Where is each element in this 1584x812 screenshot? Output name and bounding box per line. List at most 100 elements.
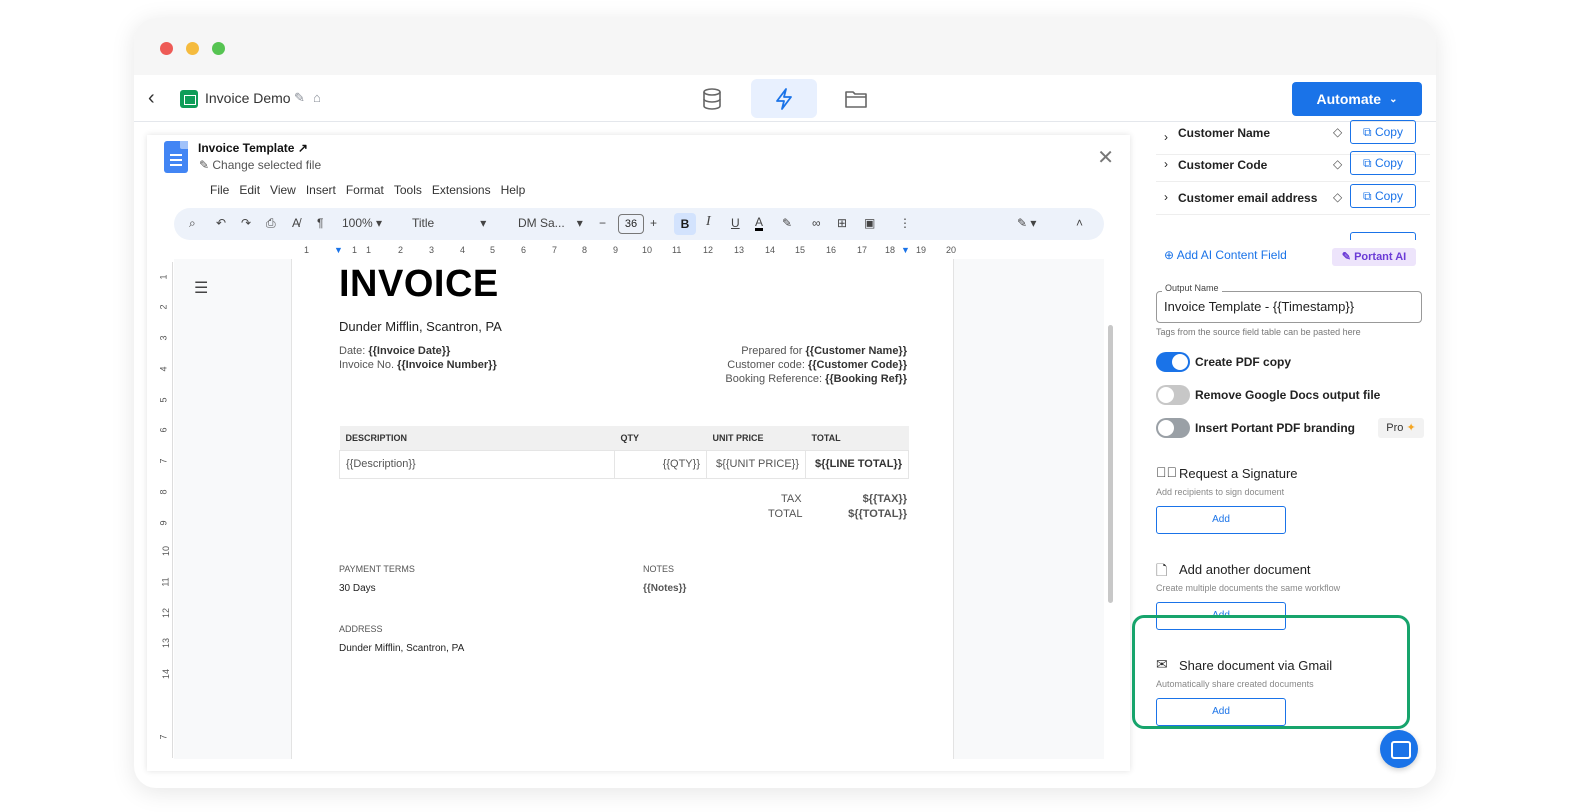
ruler-tick: 12 (703, 245, 714, 255)
copy-button[interactable]: ⧉ Copy (1350, 120, 1416, 144)
add-ai-label: Add AI Content Field (1176, 248, 1287, 262)
database-tab[interactable] (679, 79, 745, 118)
database-icon (703, 87, 721, 110)
folder-tab[interactable] (823, 79, 889, 118)
menu-help[interactable]: Help (501, 183, 526, 197)
menu-file[interactable]: File (210, 183, 229, 197)
document-preview: Invoice Template ↗ ✎ Change selected fil… (147, 135, 1130, 771)
automation-tab[interactable] (751, 79, 817, 118)
ruler-tick: 1 (158, 274, 169, 280)
output-name-input[interactable]: Invoice Template - {{Timestamp}} (1156, 291, 1422, 323)
more-vert-icon[interactable]: ⋮ (899, 216, 911, 230)
ruler-indent-marker[interactable]: ▼ (334, 245, 343, 255)
share-users-icon[interactable]: ⌂ (313, 90, 321, 105)
link-icon[interactable]: ∞ (812, 216, 821, 230)
print-icon[interactable]: ⎙ (266, 216, 276, 231)
document-outline-icon[interactable]: ☰ (194, 278, 208, 298)
collapse-toolbar-icon[interactable]: ˄ (1076, 216, 1083, 230)
text-color-button[interactable]: A (755, 216, 764, 231)
create-pdf-label: Create PDF copy (1195, 355, 1292, 369)
close-icon[interactable]: ✕ (1097, 145, 1114, 170)
document-page[interactable]: INVOICE Dunder Mifflin, Scantron, PA Dat… (291, 259, 954, 759)
spreadsheet-icon (180, 90, 198, 108)
ruler-tick: 1 (304, 245, 310, 255)
folder-icon (845, 90, 867, 108)
request-signature-desc: Add recipients to sign document (1156, 487, 1285, 497)
remove-gdocs-label: Remove Google Docs output file (1195, 388, 1381, 402)
invoice-number-line: Invoice No. {{Invoice Number}} (339, 359, 497, 371)
undo-icon[interactable]: ↶ (216, 216, 226, 230)
company-name: Dunder Mifflin, Scantron, PA (339, 319, 502, 334)
back-arrow-icon[interactable]: ‹ (148, 87, 155, 110)
remove-gdocs-toggle[interactable] (1156, 385, 1190, 405)
ruler-right-indent-marker[interactable]: ▼ (901, 245, 910, 255)
invoice-date-line: Date: {{Invoice Date}} (339, 345, 450, 357)
external-link-icon[interactable]: ↗ (298, 141, 308, 155)
increase-font-icon[interactable]: + (650, 216, 657, 230)
document-scrollbar[interactable] (1108, 325, 1113, 603)
create-pdf-toggle[interactable] (1156, 352, 1190, 372)
maximize-window-dot[interactable] (212, 42, 225, 55)
close-window-dot[interactable] (160, 42, 173, 55)
signature-add-button[interactable]: Add (1156, 506, 1286, 534)
signature-check-icon: ✓⃝ (1156, 464, 1177, 480)
ruler-tick: 12 (161, 607, 172, 619)
menu-extensions[interactable]: Extensions (432, 183, 491, 197)
sparkle-icon: ✦ (1406, 422, 1416, 434)
menu-tools[interactable]: Tools (394, 183, 422, 197)
table-cell: {{QTY}} (614, 449, 707, 479)
search-icon[interactable]: ⌕ (189, 216, 196, 231)
ruler-tick: 13 (161, 637, 172, 649)
template-name[interactable]: Invoice Template ↗ (198, 141, 308, 155)
notes-label: NOTES (643, 564, 675, 574)
editing-mode-icon[interactable]: ✎ ▾ (1017, 216, 1036, 230)
bold-button[interactable]: B (674, 213, 696, 235)
portant-ai-badge[interactable]: ✎ Portant AI (1332, 248, 1416, 266)
menu-edit[interactable]: Edit (239, 183, 260, 197)
image-icon[interactable]: ▣ (864, 216, 875, 230)
chevron-right-icon[interactable]: › (1164, 130, 1168, 144)
minimize-window-dot[interactable] (186, 42, 199, 55)
comment-add-icon[interactable]: ⊞ (837, 216, 847, 230)
menu-insert[interactable]: Insert (306, 183, 336, 197)
field-row-customer-email[interactable]: › Customer email address ◇ ⧉ Copy (1156, 182, 1430, 215)
ruler-tick: 19 (916, 245, 927, 255)
add-ai-content-field-link[interactable]: ⊕ Add AI Content Field (1164, 248, 1287, 262)
document-icon: 🗋 (1156, 562, 1168, 578)
invoice-no-value: {{Invoice Number}} (397, 359, 497, 371)
style-select[interactable]: Title ▾ (412, 216, 486, 230)
paint-format-icon[interactable]: ¶ (317, 216, 323, 230)
change-file-link[interactable]: ✎ Change selected file (199, 158, 321, 172)
notes-value: {{Notes}} (643, 583, 687, 594)
booking-ref-line: Booking Reference: {{Booking Ref}} (725, 373, 907, 385)
ruler-tick: 11 (672, 245, 682, 255)
italic-button[interactable]: I (706, 214, 711, 230)
decrease-font-icon[interactable]: − (599, 216, 606, 230)
edit-pencil-icon[interactable]: ✎ (294, 90, 305, 106)
tag-icon: ◇ (1333, 157, 1343, 171)
copy-button[interactable]: ⧉ Copy (1350, 184, 1416, 208)
chat-support-icon[interactable] (1380, 730, 1418, 768)
app-window: ‹ Invoice Demo ✎ ⌂ Automate ⌄ Invoice Te… (134, 18, 1436, 788)
underline-button[interactable]: U (731, 216, 740, 230)
zoom-value: 100% (342, 216, 373, 230)
field-name: Customer Name (1178, 126, 1271, 140)
spellcheck-icon[interactable]: A̸ (292, 216, 300, 230)
font-size-input[interactable]: 36 (618, 214, 644, 234)
ruler-tick: 4 (460, 245, 466, 255)
portant-branding-toggle[interactable] (1156, 418, 1190, 438)
automate-button[interactable]: Automate ⌄ (1292, 82, 1422, 116)
google-docs-icon (164, 141, 188, 173)
chevron-right-icon[interactable]: › (1164, 157, 1168, 171)
font-select[interactable]: DM Sa... ▾ (518, 216, 583, 230)
menu-format[interactable]: Format (346, 183, 384, 197)
menu-view[interactable]: View (270, 183, 296, 197)
copy-button[interactable]: ⧉ Copy (1350, 151, 1416, 175)
zoom-select[interactable]: 100% ▾ (342, 216, 382, 230)
chevron-right-icon[interactable]: › (1164, 190, 1168, 204)
redo-icon[interactable]: ↷ (241, 216, 251, 230)
highlight-pen-icon[interactable]: ✎ (782, 216, 792, 230)
field-row-customer-code[interactable]: › Customer Code ◇ ⧉ Copy (1156, 149, 1430, 182)
total-value: ${{TOTAL}} (848, 508, 907, 520)
table-cell: ${{LINE TOTAL}} (805, 449, 909, 479)
